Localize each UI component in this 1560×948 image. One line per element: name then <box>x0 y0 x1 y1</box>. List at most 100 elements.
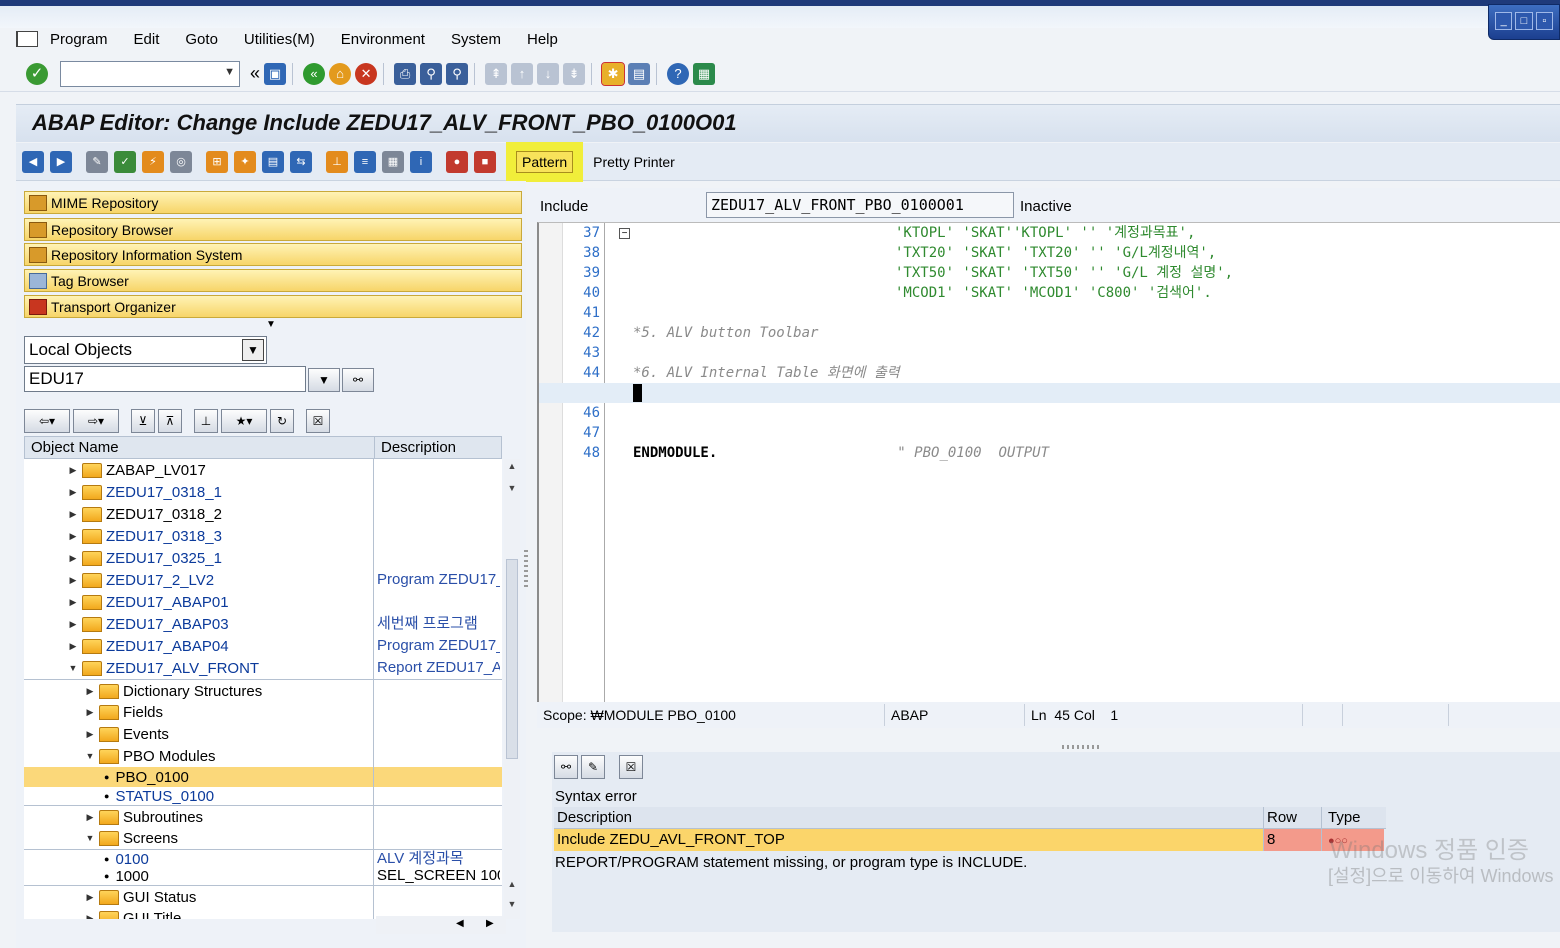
refresh-icon[interactable]: ↻ <box>270 409 294 433</box>
tree-row[interactable]: ▼ PBO Modules <box>24 745 502 767</box>
restore-icon[interactable]: ▫ <box>1535 12 1553 30</box>
navigation-icon[interactable]: ⇆ <box>290 150 312 173</box>
tree-row[interactable]: ▶ ZEDU17_0325_1 <box>24 547 502 569</box>
menu-program[interactable]: Program <box>50 31 108 48</box>
dropdown-icon[interactable]: ▼ <box>224 66 235 78</box>
object-name-input[interactable]: EDU17 <box>24 366 306 392</box>
expand-icon[interactable]: ▶ <box>85 686 95 697</box>
nav-repository-browser[interactable]: Repository Browser <box>24 218 522 241</box>
tree-row[interactable]: ▼ Screens <box>24 827 502 849</box>
help-icon[interactable]: ? <box>667 62 690 85</box>
expand-icon[interactable]: ▶ <box>68 509 78 520</box>
find-next-icon[interactable]: ⚲ <box>446 62 469 85</box>
error-row[interactable]: Include ZEDU_AVL_FRONT_TOP 8 ●○○ <box>554 829 1386 851</box>
scroll-right-icon[interactable]: ▶ <box>486 918 494 929</box>
first-page-icon[interactable]: ⇞ <box>485 62 508 85</box>
expand-icon[interactable]: ▶ <box>68 531 78 542</box>
tree-row[interactable]: ▶ ZABAP_LV017 <box>24 459 502 481</box>
display-glasses-icon[interactable]: ⚯ <box>554 755 578 779</box>
fold-toggle-icon[interactable]: − <box>619 228 630 239</box>
stack-icon[interactable]: ≡ <box>354 150 376 173</box>
expand-icon[interactable]: ▶ <box>85 729 95 740</box>
where-used-icon[interactable]: ⊞ <box>206 150 228 173</box>
collapse-icon[interactable]: ▼ <box>68 663 78 673</box>
expand-icon[interactable]: ▶ <box>68 465 78 476</box>
column-object-name[interactable]: Object Name <box>25 437 375 458</box>
expand-all-icon[interactable]: ⊻ <box>131 409 155 433</box>
maximize-icon[interactable]: □ <box>1515 12 1533 30</box>
code-editor[interactable]: 37 38 39 40 41 42 43 44 45 46 47 48 − 'K… <box>537 222 1560 703</box>
scroll-down-icon[interactable]: ▼ <box>504 899 520 913</box>
back-icon[interactable]: « <box>303 62 326 85</box>
expand-icon[interactable]: ▶ <box>85 812 95 823</box>
new-session-icon[interactable]: ✱ <box>601 61 626 86</box>
tree-scrollbar[interactable]: ▲ ▼ ▲ ▼ <box>504 459 520 919</box>
expand-icon[interactable]: ▶ <box>68 487 78 498</box>
tree-row[interactable]: ▶ ZEDU17_2_LV2 Program ZEDU17_2 <box>24 569 502 591</box>
tree-row[interactable]: ▼ ZEDU17_ALV_FRONT Report ZEDU17_AL <box>24 657 502 679</box>
print-icon[interactable]: ⎙ <box>394 62 417 85</box>
pattern-button[interactable]: Pattern <box>516 150 574 173</box>
shortcut-icon[interactable]: ▤ <box>628 62 651 85</box>
expand-icon[interactable]: ▶ <box>68 553 78 564</box>
last-page-icon[interactable]: ⇟ <box>563 62 586 85</box>
scroll-up-icon[interactable]: ▲ <box>504 879 520 893</box>
expand-icon[interactable]: ▶ <box>68 575 78 586</box>
nav-transport-organizer[interactable]: Transport Organizer <box>24 295 522 318</box>
expand-icon[interactable]: ▶ <box>85 892 95 903</box>
menu-goto[interactable]: Goto <box>185 31 218 48</box>
tree-row[interactable]: ● STATUS_0100 <box>24 787 502 805</box>
tree-row[interactable]: ▶ ZEDU17_ABAP04 Program ZEDU17_A <box>24 635 502 657</box>
tree-row[interactable]: ● 1000 SEL_SCREEN 1000 <box>24 867 502 885</box>
close-tree-icon[interactable]: ☒ <box>306 409 330 433</box>
expand-icon[interactable]: ▶ <box>85 913 95 920</box>
wand-icon[interactable]: ✦ <box>234 150 256 173</box>
pretty-printer-button[interactable]: Pretty Printer <box>593 154 675 170</box>
tree-row[interactable]: ▶ Dictionary Structures <box>24 679 502 702</box>
tree-row[interactable]: ▶ Subroutines <box>24 805 502 828</box>
object-type-select[interactable]: Local Objects ▼ <box>24 336 267 364</box>
tree-forward-button[interactable]: ⇨▾ <box>73 409 119 433</box>
menu-environment[interactable]: Environment <box>341 31 425 48</box>
info-icon[interactable]: i <box>410 150 432 173</box>
test-icon[interactable]: ◎ <box>170 150 192 173</box>
column-row[interactable]: Row <box>1264 807 1322 828</box>
object-list-icon[interactable]: ▤ <box>262 150 284 173</box>
display-change-icon[interactable]: ✎ <box>86 150 108 173</box>
layout-menu-icon[interactable]: ▦ <box>693 62 716 85</box>
tree-back-button[interactable]: ⇦▾ <box>24 409 70 433</box>
collapse-nav-icon[interactable]: ▼ <box>266 319 276 330</box>
scroll-thumb[interactable] <box>506 559 518 759</box>
cancel-icon[interactable]: ✕ <box>355 62 378 85</box>
collapse-command-icon[interactable]: « <box>250 63 260 84</box>
system-menu-icon[interactable] <box>16 31 38 47</box>
column-type[interactable]: Type <box>1322 807 1384 828</box>
nav-repository-info-system[interactable]: Repository Information System <box>24 243 522 266</box>
collapse-icon[interactable]: ▼ <box>85 833 95 843</box>
edit-pencil-icon[interactable]: ✎ <box>581 755 605 779</box>
tree-row[interactable]: ▶ ZEDU17_ABAP01 <box>24 591 502 613</box>
editor-splitter[interactable] <box>1062 745 1102 749</box>
column-description[interactable]: Description <box>375 437 456 458</box>
tree-row[interactable]: ▶ Events <box>24 723 502 745</box>
check-syntax-icon[interactable]: ✓ <box>114 150 136 173</box>
close-error-icon[interactable]: ☒ <box>619 755 643 779</box>
column-description[interactable]: Description <box>554 807 1264 828</box>
save-icon[interactable]: ▣ <box>264 62 287 85</box>
back-arrow-icon[interactable]: ◀ <box>22 150 44 173</box>
tree-row[interactable]: ▶ ZEDU17_0318_2 <box>24 503 502 525</box>
nav-mime-repository[interactable]: MIME Repository <box>24 191 522 214</box>
scroll-down-icon[interactable]: ▼ <box>504 483 520 497</box>
minimize-icon[interactable]: _ <box>1495 12 1513 30</box>
tree-hscrollbar[interactable]: ◀ ▶ <box>376 916 506 934</box>
chevron-down-icon[interactable]: ▼ <box>242 339 264 361</box>
forward-arrow-icon[interactable]: ▶ <box>50 150 72 173</box>
stop-icon[interactable]: ■ <box>474 150 496 173</box>
expand-icon[interactable]: ▶ <box>68 619 78 630</box>
nav-tag-browser[interactable]: Tag Browser <box>24 269 522 292</box>
activate-icon[interactable]: ⚡ <box>142 150 164 173</box>
tree-row[interactable]: ▶ ZEDU17_0318_3 <box>24 525 502 547</box>
enter-check-icon[interactable]: ✓ <box>26 62 48 85</box>
display-glasses-button[interactable]: ⚯ <box>342 368 374 392</box>
expand-icon[interactable]: ▶ <box>68 641 78 652</box>
